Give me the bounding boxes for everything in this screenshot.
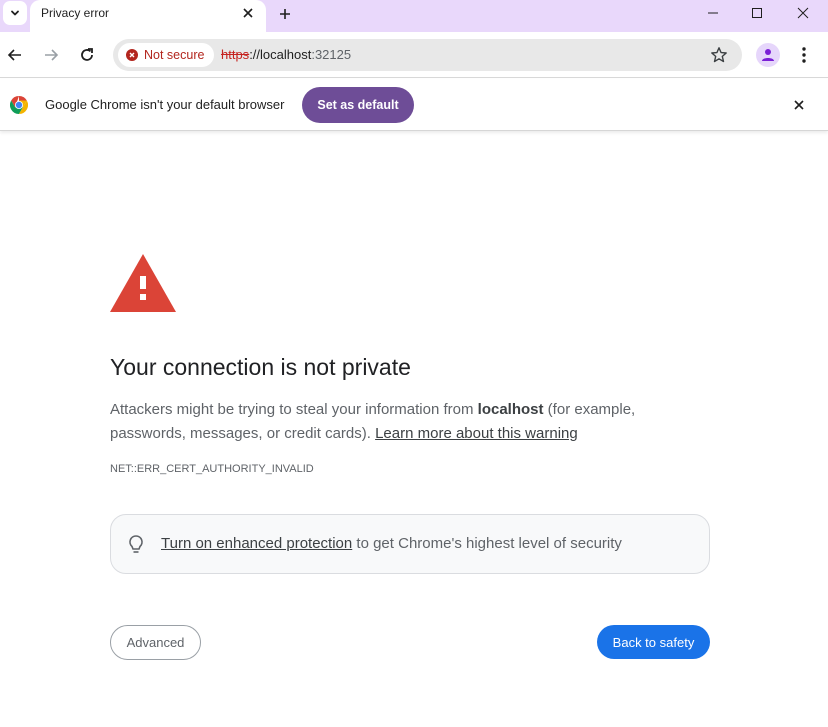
set-as-default-button[interactable]: Set as default <box>302 87 414 123</box>
tab-strip: Privacy error <box>0 0 828 32</box>
tab-close-button[interactable] <box>238 3 258 23</box>
enhanced-protection-link[interactable]: Turn on enhanced protection <box>161 535 352 552</box>
arrow-left-icon <box>7 49 21 61</box>
maximize-icon <box>752 8 762 18</box>
infobar-message: Google Chrome isn't your default browser <box>45 97 285 112</box>
close-icon <box>243 8 253 18</box>
error-circle-icon <box>126 49 138 61</box>
security-chip-label: Not secure <box>144 48 205 62</box>
reload-icon <box>81 48 93 61</box>
new-tab-button[interactable] <box>274 3 296 25</box>
url-separator: :// <box>249 47 261 62</box>
star-icon <box>711 47 727 63</box>
advanced-button[interactable]: Advanced <box>110 625 201 660</box>
warning-triangle-icon <box>110 254 176 312</box>
enhanced-protection-suffix: to get Chrome's highest level of securit… <box>352 535 622 552</box>
toolbar: Not secure https://localhost:32125 <box>0 32 828 78</box>
enhanced-protection-text: Turn on enhanced protection to get Chrom… <box>161 535 622 552</box>
url-scheme: https <box>221 47 250 62</box>
chevron-down-icon <box>11 10 19 16</box>
security-chip[interactable]: Not secure <box>118 43 215 67</box>
close-icon <box>794 100 804 110</box>
tab-title: Privacy error <box>41 6 110 20</box>
profile-button[interactable] <box>756 43 780 67</box>
plus-icon <box>280 9 290 19</box>
more-vertical-icon <box>802 47 806 63</box>
reload-button[interactable] <box>75 43 99 67</box>
chrome-logo-icon <box>10 96 28 114</box>
infobar-close-button[interactable] <box>790 96 808 114</box>
lightbulb-icon <box>129 535 143 553</box>
person-icon <box>762 49 774 61</box>
url-host: localhost <box>260 47 312 62</box>
learn-more-link[interactable]: Learn more about this warning <box>375 425 578 442</box>
page-title: Your connection is not private <box>110 354 411 380</box>
url-port: :32125 <box>311 47 352 62</box>
close-icon <box>797 7 809 19</box>
forward-button[interactable] <box>39 43 63 67</box>
url-text[interactable]: https://localhost:32125 <box>221 47 351 62</box>
enhanced-protection-banner: Turn on enhanced protection to get Chrom… <box>110 514 710 574</box>
arrow-right-icon <box>45 49 59 61</box>
tab-search-button[interactable] <box>3 1 27 25</box>
back-to-safety-button[interactable]: Back to safety <box>597 625 710 659</box>
chrome-menu-button[interactable] <box>792 43 816 67</box>
back-button[interactable] <box>3 43 27 67</box>
minimize-button[interactable] <box>690 0 736 26</box>
desc-text-pre: Attackers might be trying to steal your … <box>110 401 478 418</box>
error-code: NET::ERR_CERT_AUTHORITY_INVALID <box>110 463 314 475</box>
minimize-icon <box>708 12 718 14</box>
maximize-button[interactable] <box>734 0 780 26</box>
default-browser-infobar: Google Chrome isn't your default browser… <box>0 79 828 131</box>
warning-description: Attackers might be trying to steal your … <box>110 398 670 446</box>
omnibox[interactable]: Not secure https://localhost:32125 <box>113 39 742 71</box>
desc-host: localhost <box>477 401 544 418</box>
bookmark-button[interactable] <box>710 46 728 64</box>
tab-privacy-error[interactable]: Privacy error <box>30 0 266 32</box>
window-close-button[interactable] <box>780 0 826 26</box>
